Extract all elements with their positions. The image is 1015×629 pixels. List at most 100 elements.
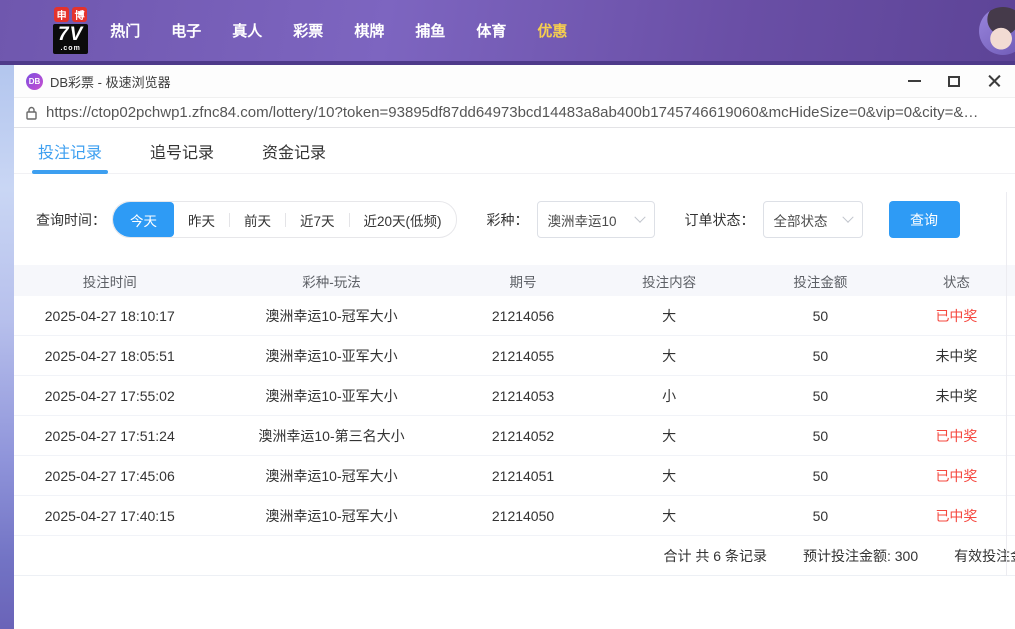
logo-badges: 申 博 <box>54 7 88 22</box>
minimize-button[interactable] <box>894 65 934 97</box>
tab-chase-records[interactable]: 追号记录 <box>150 128 214 173</box>
nav-item-fishing[interactable]: 捕鱼 <box>415 20 445 41</box>
close-icon <box>988 75 1001 88</box>
lottery-play-cell: 澳洲幸运10-亚军大小 <box>265 347 398 364</box>
bet-time-cell: 2025-04-27 18:05:51 <box>44 347 175 364</box>
browser-window: DB DB彩票 - 极速浏览器 https://ctop02pchwp1.zfn… <box>14 65 1015 629</box>
nav-item-sports[interactable]: 体育 <box>476 20 506 41</box>
table-row: 2025-04-27 18:10:17 澳洲幸运10-冠军大小 21214056… <box>14 296 1015 336</box>
status-cell: 未中奖 <box>935 387 978 404</box>
filter-bar: 查询时间： 今天 昨天 前天 近7天 近20天(低频) 彩种： 澳洲幸运10 订… <box>36 201 1015 238</box>
header-lottery-play: 彩种-玩法 <box>302 274 361 290</box>
tab-fund-records[interactable]: 资金记录 <box>262 128 326 173</box>
bet-time-cell: 2025-04-27 18:10:17 <box>44 307 175 324</box>
table-header: 投注时间 彩种-玩法 期号 投注内容 投注金额 状态 <box>14 265 1015 296</box>
time-option-20days[interactable]: 近20天(低频) <box>350 202 456 237</box>
maximize-button[interactable] <box>934 65 974 97</box>
url-text: https://ctop02pchwp1.zfnc84.com/lottery/… <box>46 104 979 121</box>
time-range-group: 今天 昨天 前天 近7天 近20天(低频) <box>112 201 457 238</box>
lottery-select[interactable]: 澳洲幸运10 <box>536 201 655 238</box>
lottery-play-cell: 澳洲幸运10-冠军大小 <box>265 307 398 324</box>
bet-content-cell: 大 <box>662 347 677 364</box>
bet-time-cell: 2025-04-27 17:51:24 <box>44 427 175 444</box>
bet-time-cell: 2025-04-27 17:40:15 <box>44 507 175 524</box>
logo-badge-1: 申 <box>54 7 70 22</box>
header-bet-amount: 投注金额 <box>793 274 848 290</box>
lottery-filter-label: 彩种： <box>486 211 529 228</box>
header-status: 状态 <box>942 274 970 290</box>
browser-app-icon: DB <box>26 72 43 90</box>
window-controls <box>894 65 1014 97</box>
bet-amount-cell: 50 <box>812 347 829 364</box>
logo-main: 7V .com <box>53 24 89 54</box>
search-button[interactable]: 查询 <box>888 201 960 238</box>
time-option-yesterday[interactable]: 昨天 <box>174 202 229 237</box>
footer-expected-amount: 预计投注金额: 300 <box>802 547 919 564</box>
bet-time-cell: 2025-04-27 17:45:06 <box>44 467 175 484</box>
chevron-down-icon <box>633 211 646 223</box>
nav-item-promos[interactable]: 优惠 <box>537 20 567 41</box>
window-titlebar[interactable]: DB DB彩票 - 极速浏览器 <box>14 65 1015 98</box>
status-cell: 已中奖 <box>935 467 978 484</box>
time-option-daybefore[interactable]: 前天 <box>230 202 285 237</box>
chevron-down-icon <box>841 211 854 223</box>
table-row: 2025-04-27 17:45:06 澳洲幸运10-冠军大小 21214051… <box>14 456 1015 496</box>
lottery-play-cell: 澳洲幸运10-冠军大小 <box>265 467 398 484</box>
status-cell: 已中奖 <box>935 507 978 524</box>
issue-cell: 21214052 <box>491 427 555 444</box>
bet-content-cell: 大 <box>662 427 677 444</box>
bet-content-cell: 大 <box>662 467 677 484</box>
bet-amount-cell: 50 <box>812 467 829 484</box>
bet-amount-cell: 50 <box>812 427 829 444</box>
status-cell: 已中奖 <box>935 427 978 444</box>
minimize-icon <box>907 80 921 82</box>
nav-item-cards[interactable]: 棋牌 <box>354 20 384 41</box>
status-cell: 已中奖 <box>935 307 978 324</box>
nav-item-hot[interactable]: 热门 <box>110 20 140 41</box>
table-row: 2025-04-27 17:55:02 澳洲幸运10-亚军大小 21214053… <box>14 376 1015 416</box>
page-content: 投注记录 追号记录 资金记录 查询时间： 今天 昨天 前天 近7天 近20天(低… <box>14 128 1015 576</box>
lottery-select-value: 澳洲幸运10 <box>547 213 617 229</box>
nav-item-lottery[interactable]: 彩票 <box>293 20 323 41</box>
issue-cell: 21214051 <box>491 467 555 484</box>
issue-cell: 21214053 <box>491 387 555 404</box>
header-bet-time: 投注时间 <box>82 274 137 290</box>
order-status-select[interactable]: 全部状态 <box>762 201 863 238</box>
nav-item-live[interactable]: 真人 <box>232 20 262 41</box>
bet-amount-cell: 50 <box>812 507 829 524</box>
issue-cell: 21214055 <box>491 347 555 364</box>
user-avatar[interactable] <box>979 7 1015 55</box>
tab-bet-records[interactable]: 投注记录 <box>31 128 109 174</box>
bet-amount-cell: 50 <box>812 387 829 404</box>
logo-text: 7V <box>58 24 84 45</box>
records-table: 投注时间 彩种-玩法 期号 投注内容 投注金额 状态 2025-04-27 18… <box>14 265 1015 576</box>
site-topbar: 申 博 7V .com 热门 电子 真人 彩票 棋牌 捕鱼 体育 优惠 <box>0 0 1015 65</box>
issue-cell: 21214056 <box>491 307 555 324</box>
window-title: DB彩票 - 极速浏览器 <box>50 74 171 90</box>
site-logo[interactable]: 申 博 7V .com <box>53 7 89 54</box>
order-status-label: 订单状态： <box>684 211 755 228</box>
header-bet-content: 投注内容 <box>642 274 697 290</box>
header-issue: 期号 <box>509 274 537 290</box>
logo-badge-2: 博 <box>72 7 88 22</box>
content-right-edge <box>1006 192 1007 576</box>
logo-domain: .com <box>60 45 81 52</box>
time-option-today[interactable]: 今天 <box>113 202 174 237</box>
issue-cell: 21214050 <box>491 507 555 524</box>
records-table-body: 2025-04-27 18:10:17 澳洲幸运10-冠军大小 21214056… <box>14 296 1015 536</box>
lottery-play-cell: 澳洲幸运10-冠军大小 <box>265 507 398 524</box>
lock-icon <box>26 106 37 120</box>
record-tabs: 投注记录 追号记录 资金记录 <box>14 128 1015 174</box>
order-status-value: 全部状态 <box>773 213 828 229</box>
table-row: 2025-04-27 17:51:24 澳洲幸运10-第三名大小 2121405… <box>14 416 1015 456</box>
time-option-7days[interactable]: 近7天 <box>286 202 349 237</box>
table-footer: 合计 共 6 条记录 预计投注金额: 300 有效投注金额: <box>14 536 1015 576</box>
close-button[interactable] <box>974 65 1014 97</box>
nav-item-slots[interactable]: 电子 <box>171 20 201 41</box>
page-background-strip <box>0 65 14 629</box>
address-bar[interactable]: https://ctop02pchwp1.zfnc84.com/lottery/… <box>14 98 1015 128</box>
lottery-play-cell: 澳洲幸运10-第三名大小 <box>258 427 405 444</box>
footer-total-count: 合计 共 6 条记录 <box>663 547 767 564</box>
status-cell: 未中奖 <box>935 347 978 364</box>
bet-content-cell: 大 <box>662 307 677 324</box>
